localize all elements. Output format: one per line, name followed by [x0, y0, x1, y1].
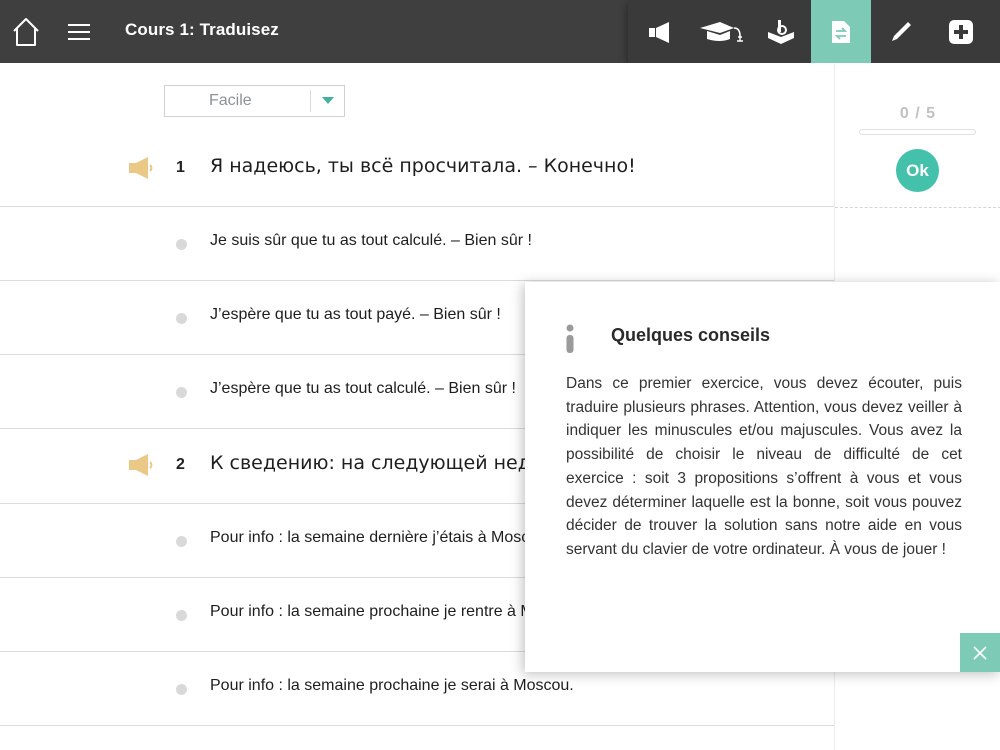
score-text: 0 / 5: [899, 105, 937, 122]
chevron-down-icon: [322, 97, 334, 104]
answer-text: Je suis sûr que tu as tout calculé. – Bi…: [210, 232, 532, 249]
ok-button[interactable]: Ok: [896, 149, 939, 192]
question-text: К сведению: на следующей неде: [210, 452, 543, 474]
popup-body: Dans ce premier exercice, vous devez éco…: [566, 375, 962, 558]
answer-text: J’espère que tu as tout payé. – Bien sûr…: [210, 306, 501, 323]
radio-bullet[interactable]: [176, 387, 187, 398]
translate-document-icon: [832, 20, 850, 43]
radio-bullet[interactable]: [176, 239, 187, 250]
answer-text: Pour info : la semaine dernière j’étais …: [210, 529, 539, 546]
tool-translate[interactable]: [811, 0, 871, 63]
score-progress-bar: [859, 129, 976, 135]
graduation-cap-icon: [700, 21, 743, 42]
tool-megaphone[interactable]: [631, 0, 691, 63]
question-number: 1: [176, 159, 185, 176]
speaker-icon[interactable]: [128, 453, 155, 477]
answer-option[interactable]: Je suis sûr que tu as tout calculé. – Bi…: [0, 207, 834, 281]
close-icon: [973, 645, 987, 660]
radio-bullet[interactable]: [176, 536, 187, 547]
question-row: 1 Я надеюсь, ты всё просчитала. – Конечн…: [0, 133, 834, 207]
divider: [835, 207, 1000, 208]
question-text: Я надеюсь, ты всё просчитала. – Конечно!: [210, 155, 636, 177]
popup-title: Quelques conseils: [611, 325, 771, 345]
tool-write[interactable]: [871, 0, 931, 63]
difficulty-value: Facile: [209, 92, 252, 109]
pencil-icon: [892, 21, 911, 41]
radio-bullet[interactable]: [176, 313, 187, 324]
home-icon[interactable]: [10, 16, 42, 48]
close-button[interactable]: [960, 633, 1000, 672]
answer-text: J’espère que tu as tout calculé. – Bien …: [210, 380, 516, 397]
difficulty-select[interactable]: Facile: [164, 85, 345, 117]
top-bar: Cours 1: Traduisez: [0, 0, 1000, 63]
tool-book[interactable]: [751, 0, 811, 63]
answer-text: Pour info : la semaine prochaine je rent…: [210, 603, 534, 620]
toolbar: [628, 0, 1000, 63]
info-icon: [565, 324, 575, 354]
radio-bullet[interactable]: [176, 684, 187, 695]
megaphone-icon: [649, 21, 669, 43]
tips-popup: Quelques conseils Dans ce premier exerci…: [525, 282, 1000, 672]
page-title: Cours 1: Traduisez: [125, 20, 279, 39]
add-icon: [949, 19, 973, 44]
select-divider: [310, 90, 311, 112]
book-icon: [768, 19, 794, 44]
tool-add[interactable]: [931, 0, 991, 63]
radio-bullet[interactable]: [176, 610, 187, 621]
answer-text: Pour info : la semaine prochaine je sera…: [210, 677, 574, 694]
speaker-icon[interactable]: [128, 156, 155, 180]
menu-icon[interactable]: [67, 20, 91, 44]
tool-lessons[interactable]: [691, 0, 751, 63]
question-number: 2: [176, 456, 185, 473]
